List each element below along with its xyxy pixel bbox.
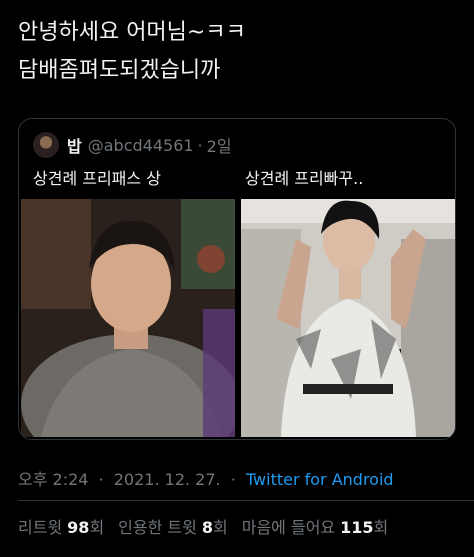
avatar[interactable] [33, 132, 59, 158]
quotes-count: 8 [201, 518, 213, 537]
likes-label: 마음에 들어요 [241, 518, 336, 537]
caption-left: 상견례 프리패스 상 [33, 169, 161, 188]
quotes-stat[interactable]: 인용한 트윗 8회 [118, 514, 228, 538]
retweets-stat[interactable]: 리트윗 98회 [18, 514, 104, 538]
likes-count: 115 [340, 518, 374, 537]
caption-right: 상견례 프리빠꾸.. [245, 169, 364, 188]
likes-stat[interactable]: 마음에 들어요 115회 [242, 514, 389, 538]
photo-right[interactable] [241, 199, 455, 437]
separator-dot: · [230, 470, 236, 489]
tweet-time: 오후 2:24 [18, 470, 89, 489]
tweet-line-1: 안녕하세요 어머님~ㅋㅋ [18, 20, 246, 45]
quoted-tweet-card[interactable]: 밥 @abcd44561 · 2일 상견례 프리패스 상 상견례 프리빠꾸.. [18, 118, 456, 440]
tweet-text: 안녕하세요 어머님~ㅋㅋ 담배좀펴도되겠습니까 [18, 14, 458, 90]
quoted-tweet-header: 밥 @abcd44561 · 2일 [33, 131, 232, 159]
separator-dot: · [98, 470, 104, 489]
quoted-author-name: 밥 [67, 137, 82, 156]
photo-left[interactable] [21, 199, 235, 437]
quotes-unit: 회 [213, 518, 228, 537]
tweet-source-link[interactable]: Twitter for Android [246, 470, 394, 489]
retweets-label: 리트윗 [18, 518, 63, 537]
quotes-label: 인용한 트윗 [118, 518, 197, 537]
likes-unit: 회 [373, 518, 389, 537]
separator-dot: · [197, 135, 203, 155]
tweet-date: 2021. 12. 27. [113, 470, 221, 489]
tweet-meta: 오후 2:24 · 2021. 12. 27. · Twitter for An… [18, 466, 394, 490]
tweet-line-2: 담배좀펴도되겠습니까 [18, 58, 221, 83]
retweets-unit: 회 [89, 518, 105, 537]
divider [18, 500, 474, 501]
quoted-author-handle: @abcd44561 [87, 135, 194, 155]
retweets-count: 98 [67, 518, 90, 537]
quoted-tweet-time: 2일 [206, 137, 232, 156]
tweet-stats: 리트윗 98회 인용한 트윗 8회 마음에 들어요 115회 [18, 514, 402, 538]
